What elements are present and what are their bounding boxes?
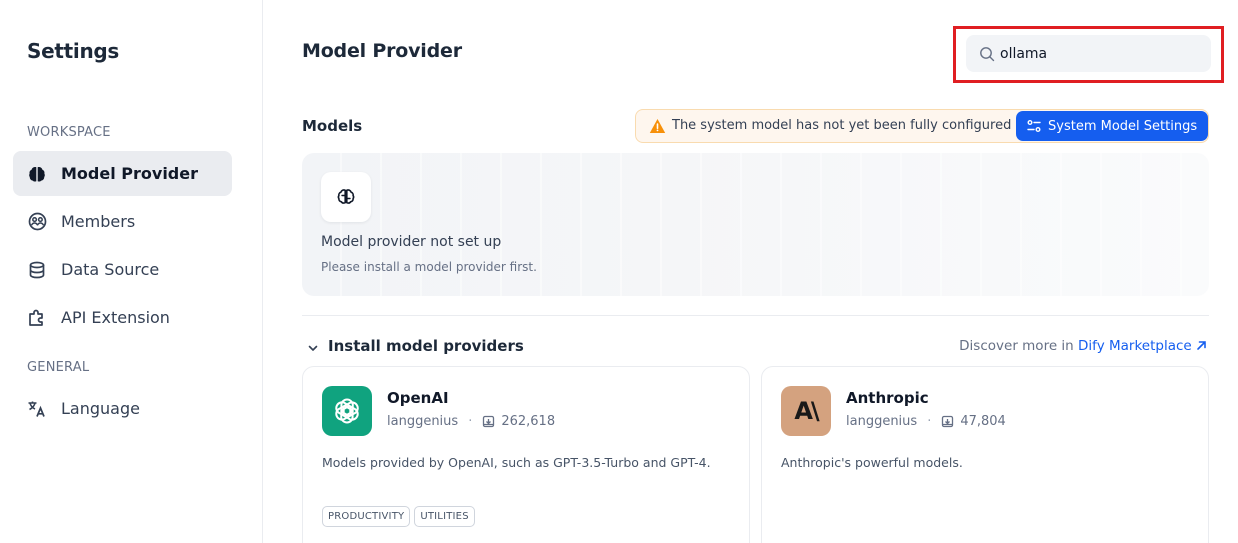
empty-brain-icon: [321, 172, 371, 222]
settings-sliders-icon: [1027, 119, 1041, 133]
openai-logo-icon: [322, 386, 372, 436]
sidebar-item-label: Model Provider: [61, 164, 198, 183]
provider-org: langgenius: [846, 414, 918, 429]
install-providers-title: Install model providers: [328, 337, 524, 355]
search-box[interactable]: [966, 35, 1211, 72]
search-input[interactable]: [1000, 45, 1200, 62]
puzzle-icon: [27, 308, 47, 328]
tag-utilities: UTILITIES: [414, 506, 475, 527]
provider-tags: PRODUCTIVITY UTILITIES: [322, 506, 475, 527]
members-icon: [27, 212, 47, 232]
provider-meta: langgenius · 262,618: [387, 414, 556, 429]
empty-subtitle: Please install a model provider first.: [321, 260, 537, 274]
database-icon: [27, 260, 47, 280]
warning-icon: [649, 118, 666, 138]
sidebar-item-label: Members: [61, 212, 136, 231]
sidebar-item-api-extension[interactable]: API Extension: [13, 295, 232, 340]
sidebar-item-model-provider[interactable]: Model Provider: [13, 151, 232, 196]
anthropic-logo-icon: A\: [781, 386, 831, 436]
sidebar-item-members[interactable]: Members: [13, 199, 232, 244]
sidebar-title: Settings: [27, 39, 120, 63]
marketplace-link[interactable]: Dify Marketplace: [1078, 338, 1207, 354]
models-section-label: Models: [302, 117, 363, 135]
provider-card-openai[interactable]: OpenAI langgenius · 262,618 Models provi…: [302, 366, 750, 543]
translate-icon: [27, 399, 47, 419]
search-icon: [979, 46, 995, 62]
provider-name: Anthropic: [846, 389, 929, 407]
empty-provider-card: Model provider not set up Please install…: [302, 153, 1209, 296]
empty-title: Model provider not set up: [321, 234, 502, 250]
provider-meta: langgenius · 47,804: [846, 414, 1006, 429]
download-icon: [941, 415, 954, 428]
sidebar: Settings WORKSPACE Model Provider Member…: [0, 0, 263, 543]
provider-description: Models provided by OpenAI, such as GPT-3…: [322, 455, 711, 470]
provider-name: OpenAI: [387, 389, 449, 407]
provider-downloads: 47,804: [960, 414, 1006, 429]
sidebar-group-general: GENERAL: [27, 360, 90, 375]
sidebar-item-data-source[interactable]: Data Source: [13, 247, 232, 292]
system-model-settings-button[interactable]: System Model Settings: [1016, 111, 1208, 141]
section-divider: [302, 315, 1209, 316]
install-providers-toggle[interactable]: Install model providers: [307, 337, 524, 355]
provider-downloads: 262,618: [501, 414, 556, 429]
sidebar-group-workspace: WORKSPACE: [27, 125, 111, 140]
search-highlight: [953, 26, 1224, 83]
warning-text: The system model has not yet been fully …: [672, 118, 1012, 133]
sidebar-item-label: Data Source: [61, 260, 160, 279]
provider-description: Anthropic's powerful models.: [781, 455, 963, 470]
sidebar-item-label: Language: [61, 399, 140, 418]
provider-org: langgenius: [387, 414, 459, 429]
sidebar-item-label: API Extension: [61, 308, 170, 327]
page-title: Model Provider: [302, 40, 462, 62]
tag-productivity: PRODUCTIVITY: [322, 506, 411, 527]
discover-more: Discover more in Dify Marketplace: [959, 338, 1207, 354]
chevron-down-icon: [307, 340, 319, 352]
provider-card-anthropic[interactable]: A\ Anthropic langgenius · 47,804 Anthrop…: [761, 366, 1209, 543]
discover-prefix: Discover more in: [959, 338, 1074, 354]
brain-icon: [27, 164, 47, 184]
card-background-pattern: [302, 153, 1209, 296]
system-model-settings-label: System Model Settings: [1048, 118, 1198, 134]
sidebar-item-language[interactable]: Language: [13, 386, 232, 431]
download-icon: [482, 415, 495, 428]
external-link-icon: [1197, 341, 1206, 350]
